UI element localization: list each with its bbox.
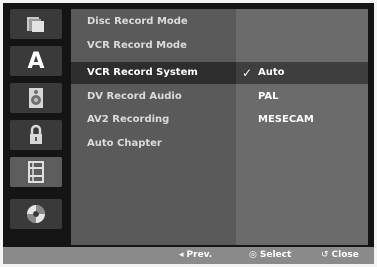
category-tile-audio[interactable] — [10, 83, 62, 113]
option-label: PAL — [258, 91, 279, 102]
record-film-icon — [10, 157, 62, 187]
disc-play-icon — [10, 199, 62, 229]
checkmark-icon: ✓ — [242, 66, 253, 80]
menu-item-av2-recording[interactable]: AV2 Recording — [71, 109, 236, 131]
menu-item-dv-record-audio[interactable]: DV Record Audio — [71, 86, 236, 108]
menu-item-disc-record-mode[interactable]: Disc Record Mode — [71, 11, 236, 33]
navigation-hint-bar: ◂ Prev. ◎ Select ↺ Close — [3, 247, 374, 264]
menu-item-vcr-record-mode[interactable]: VCR Record Mode — [71, 35, 236, 57]
menu-item-auto-chapter[interactable]: Auto Chapter — [71, 133, 236, 155]
audio-speaker-icon — [10, 83, 62, 113]
option-label: Auto — [258, 67, 285, 78]
select-hint[interactable]: ◎ Select — [249, 247, 291, 264]
record-settings-menu: Disc Record Mode VCR Record Mode VCR Rec… — [71, 9, 236, 245]
option-list-panel: ✓ Auto PAL MESECAM — [236, 9, 368, 245]
prev-label: Prev. — [186, 250, 213, 260]
option-auto[interactable]: ✓ Auto — [236, 62, 368, 84]
lock-icon — [10, 120, 62, 150]
menu-item-vcr-record-system[interactable]: VCR Record System — [71, 62, 236, 84]
option-label: MESECAM — [258, 114, 314, 125]
setup-screen: A Disc Record Mode VCR Record Mode VCR R… — [3, 3, 374, 264]
close-label: Close — [331, 250, 359, 260]
category-tile-lock[interactable] — [10, 120, 62, 150]
category-tile-language[interactable]: A — [10, 46, 62, 76]
disc-icon — [10, 9, 62, 39]
return-icon: ↺ — [321, 250, 329, 260]
prev-hint[interactable]: ◂ Prev. — [179, 247, 212, 264]
category-icon-column: A — [10, 9, 62, 245]
option-mesecam[interactable]: MESECAM — [236, 109, 368, 131]
left-arrow-icon: ◂ — [179, 250, 184, 260]
category-tile-disc-play[interactable] — [10, 199, 62, 229]
category-tile-recording[interactable] — [10, 157, 62, 187]
select-label: Select — [259, 250, 292, 260]
category-tile-disc[interactable] — [10, 9, 62, 39]
enter-button-icon: ◎ — [249, 250, 257, 260]
option-pal[interactable]: PAL — [236, 86, 368, 108]
language-icon: A — [27, 48, 45, 74]
close-hint[interactable]: ↺ Close — [321, 247, 359, 264]
